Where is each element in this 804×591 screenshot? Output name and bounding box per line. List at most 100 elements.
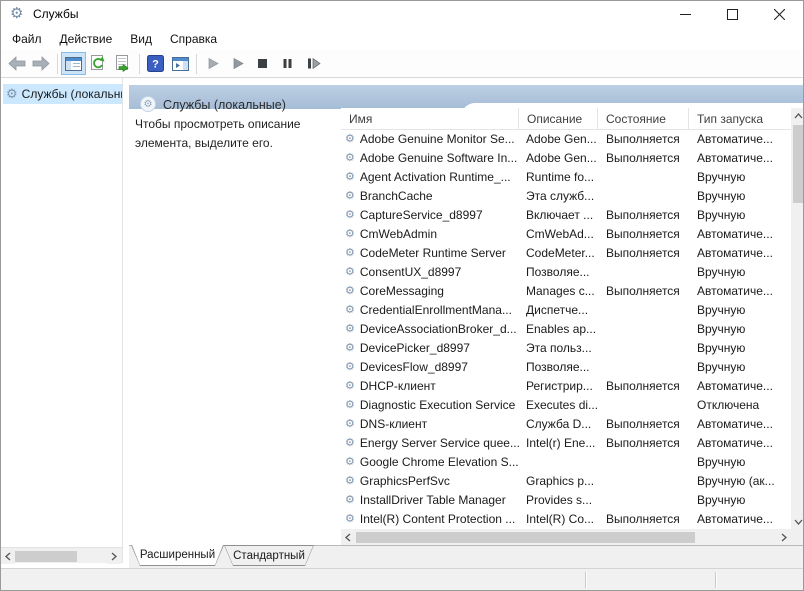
service-name-cell: ⚙ DNS-клиент (341, 415, 519, 434)
pane-splitter[interactable] (122, 78, 123, 563)
resume-service-icon[interactable] (225, 52, 250, 75)
list-horizontal-scrollbar[interactable] (341, 529, 791, 545)
service-gear-icon: ⚙ (345, 206, 355, 225)
service-name: GraphicsPerfSvc (360, 472, 450, 491)
pause-service-icon[interactable] (275, 52, 300, 75)
list-header: Имя Описание Состояние Тип запуска (341, 108, 791, 130)
menu-file[interactable]: Файл (3, 29, 51, 49)
service-gear-icon: ⚙ (345, 225, 355, 244)
service-name-cell: ⚙ DevicesFlow_d8997 (341, 358, 519, 377)
service-description: Эта польз... (519, 339, 598, 358)
tab-standard[interactable]: Стандартный (224, 545, 314, 566)
tree-item-services-local[interactable]: ⚙ Службы (локальные) (3, 84, 122, 104)
service-description: Позволяе... (519, 263, 598, 282)
service-row[interactable]: ⚙ Adobe Genuine Software In... Adobe Gen… (341, 149, 791, 168)
column-header-description[interactable]: Описание (519, 108, 598, 130)
menu-help[interactable]: Справка (161, 29, 226, 49)
tab-extended[interactable]: Расширенный (131, 545, 224, 566)
service-row[interactable]: ⚙ BranchCache Эта служб... Вручную (341, 187, 791, 206)
service-name: Google Chrome Elevation S... (360, 453, 519, 472)
column-header-name[interactable]: Имя (341, 108, 519, 130)
service-description: Graphics p... (519, 472, 598, 491)
service-row[interactable]: ⚙ GraphicsPerfSvc Graphics p... Вручную … (341, 472, 791, 491)
minimize-button[interactable] (662, 1, 709, 27)
service-row[interactable]: ⚙ DeviceAssociationBroker_d... Enables a… (341, 320, 791, 339)
service-status (598, 339, 689, 358)
service-gear-icon: ⚙ (345, 244, 355, 263)
service-startup-type: Автоматиче... (689, 149, 791, 168)
column-header-status[interactable]: Состояние (598, 108, 689, 130)
service-row[interactable]: ⚙ CredentialEnrollmentMana... Диспетче..… (341, 301, 791, 320)
service-name: DevicePicker_d8997 (360, 339, 470, 358)
service-row[interactable]: ⚙ Intel(R) Content Protection ... Intel(… (341, 510, 791, 529)
service-startup-type: Вручную (689, 491, 791, 510)
service-row[interactable]: ⚙ InstallDriver Table Manager Provides s… (341, 491, 791, 510)
service-row[interactable]: ⚙ CmWebAdmin CmWebAd... Выполняется Авто… (341, 225, 791, 244)
service-startup-type: Вручную (689, 453, 791, 472)
service-name: Intel(R) Content Protection ... (360, 510, 515, 529)
menu-view[interactable]: Вид (121, 29, 161, 49)
service-row[interactable]: ⚙ CaptureService_d8997 Включает ... Выпо… (341, 206, 791, 225)
scroll-up-icon[interactable] (791, 108, 804, 123)
horizontal-scrollbar-thumb[interactable] (356, 532, 695, 543)
service-row[interactable]: ⚙ Agent Activation Runtime_... Runtime f… (341, 168, 791, 187)
scroll-right-icon[interactable] (107, 549, 121, 564)
restart-service-icon[interactable] (300, 52, 325, 75)
toolbar-separator (196, 54, 197, 74)
service-name: DevicesFlow_d8997 (360, 358, 468, 377)
refresh-icon[interactable] (86, 52, 111, 75)
service-description: Включает ... (519, 206, 598, 225)
help-icon[interactable]: ? (143, 52, 168, 75)
service-name-cell: ⚙ InstallDriver Table Manager (341, 491, 519, 510)
scroll-down-icon[interactable] (791, 514, 804, 529)
service-row[interactable]: ⚙ DNS-клиент Служба D... Выполняется Авт… (341, 415, 791, 434)
stop-service-icon[interactable] (250, 52, 275, 75)
view-tab-bar: Расширенный Стандартный (129, 545, 804, 568)
service-name-cell: ⚙ Diagnostic Execution Service (341, 396, 519, 415)
service-name-cell: ⚙ CmWebAdmin (341, 225, 519, 244)
scroll-left-icon[interactable] (1, 549, 15, 564)
forward-icon[interactable] (29, 52, 54, 75)
menu-action[interactable]: Действие (51, 29, 122, 49)
maximize-button[interactable] (709, 1, 756, 27)
back-icon[interactable] (4, 52, 29, 75)
close-button[interactable] (756, 1, 803, 27)
service-gear-icon: ⚙ (345, 510, 355, 529)
service-startup-type: Автоматиче... (689, 415, 791, 434)
start-service-icon[interactable] (200, 52, 225, 75)
show-action-pane-icon[interactable] (168, 52, 193, 75)
tree-scrollbar-thumb[interactable] (15, 551, 77, 562)
service-gear-icon: ⚙ (345, 263, 355, 282)
show-console-tree-icon[interactable] (61, 52, 86, 75)
console-tree-pane: ⚙ Службы (локальные) (1, 78, 122, 563)
service-row[interactable]: ⚙ DHCP-клиент Регистрир... Выполняется А… (341, 377, 791, 396)
service-row[interactable]: ⚙ CoreMessaging Manages c... Выполняется… (341, 282, 791, 301)
list-vertical-scrollbar[interactable] (791, 108, 804, 529)
tree-horizontal-scrollbar[interactable] (1, 547, 122, 563)
service-row[interactable]: ⚙ Adobe Genuine Monitor Se... Adobe Gen.… (341, 130, 791, 149)
scroll-right-icon[interactable] (777, 530, 791, 545)
service-startup-type: Вручную (689, 263, 791, 282)
service-name: Diagnostic Execution Service (360, 396, 515, 415)
vertical-scrollbar-thumb[interactable] (793, 125, 803, 203)
service-description: Диспетче... (519, 301, 598, 320)
service-row[interactable]: ⚙ Energy Server Service quee... Intel(r)… (341, 434, 791, 453)
service-row[interactable]: ⚙ DevicePicker_d8997 Эта польз... Вручну… (341, 339, 791, 358)
service-name-cell: ⚙ CaptureService_d8997 (341, 206, 519, 225)
export-list-icon[interactable] (111, 52, 136, 75)
service-gear-icon: ⚙ (345, 415, 355, 434)
service-gear-icon: ⚙ (345, 472, 355, 491)
service-row[interactable]: ⚙ ConsentUX_d8997 Позволяе... Вручную (341, 263, 791, 282)
service-row[interactable]: ⚙ CodeMeter Runtime Server CodeMeter... … (341, 244, 791, 263)
service-name-cell: ⚙ Google Chrome Elevation S... (341, 453, 519, 472)
service-row[interactable]: ⚙ Google Chrome Elevation S... Вручную (341, 453, 791, 472)
service-row[interactable]: ⚙ DevicesFlow_d8997 Позволяе... Вручную (341, 358, 791, 377)
service-status: Выполняется (598, 149, 689, 168)
service-row[interactable]: ⚙ Diagnostic Execution Service Executes … (341, 396, 791, 415)
service-status: Выполняется (598, 377, 689, 396)
service-description: Adobe Gen... (519, 130, 598, 149)
menu-bar: Файл Действие Вид Справка (1, 27, 803, 50)
column-header-startup-type[interactable]: Тип запуска (689, 108, 791, 130)
service-name-cell: ⚙ ConsentUX_d8997 (341, 263, 519, 282)
scroll-left-icon[interactable] (341, 530, 355, 545)
